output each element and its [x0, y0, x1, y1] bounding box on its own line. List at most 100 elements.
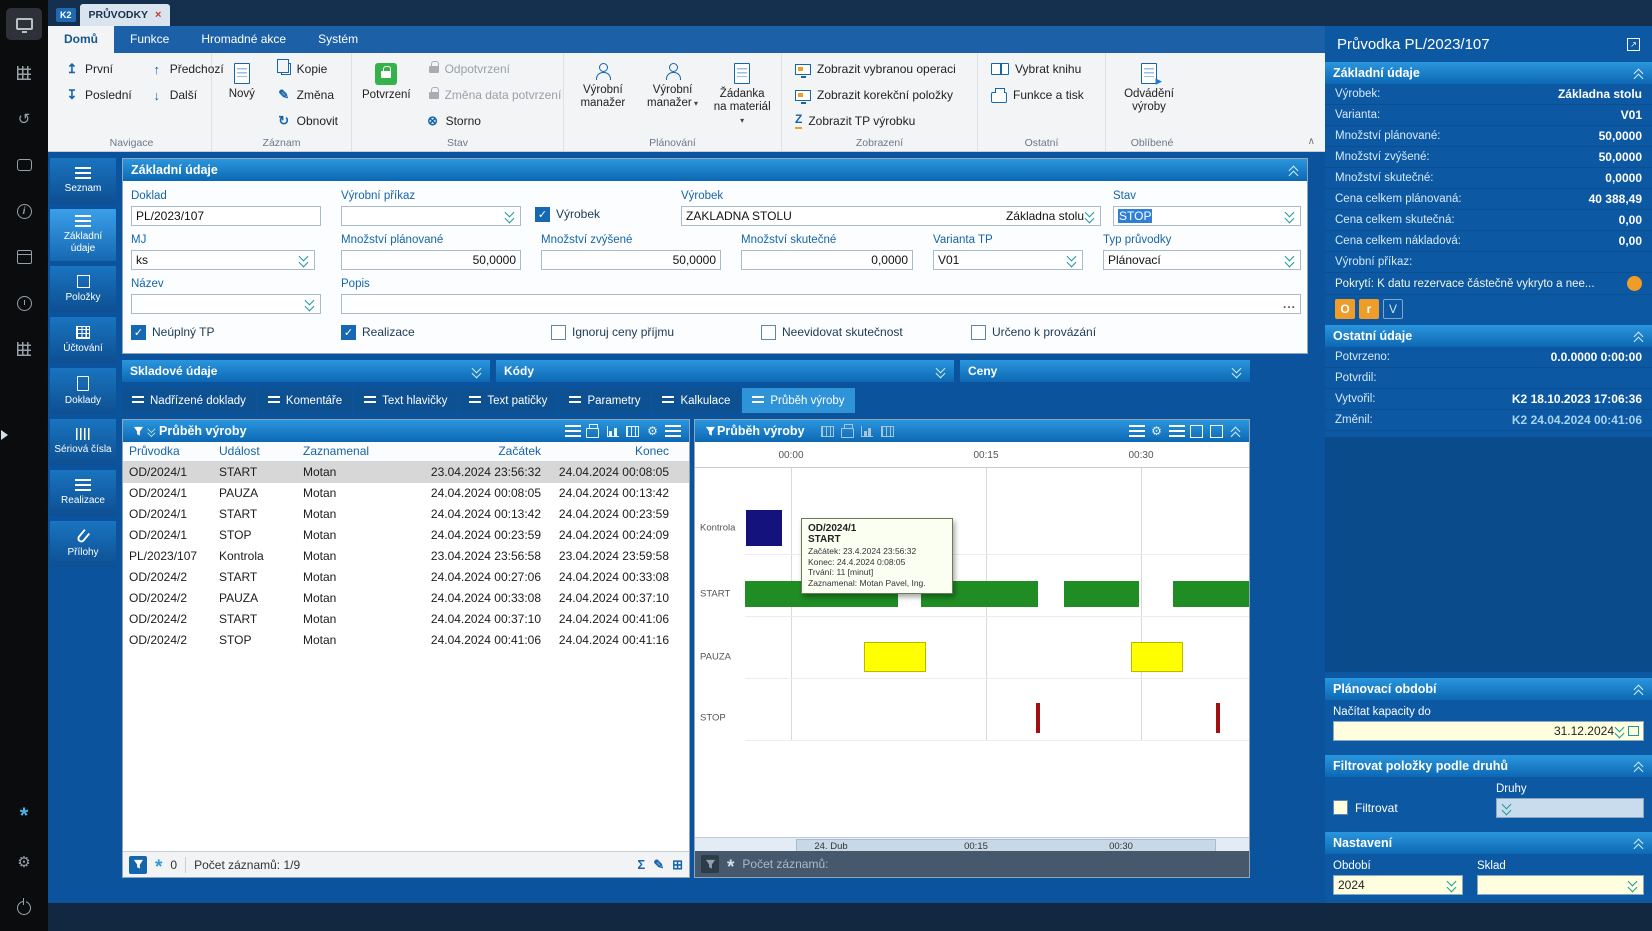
first-button[interactable]: ↥První — [62, 59, 135, 79]
nazev-input[interactable] — [131, 294, 321, 314]
gear-icon[interactable]: ⚙ — [1148, 423, 1165, 439]
vyrobni-prikaz-input[interactable] — [341, 206, 521, 226]
cancel-button[interactable]: ⊗Storno — [423, 111, 565, 131]
expand-chevron-icon[interactable] — [470, 365, 482, 378]
table-row[interactable]: OD/2024/2PAUZAMotan24.04.2024 00:33:0824… — [123, 588, 689, 609]
preview-section-header[interactable]: Nastavení — [1325, 832, 1652, 854]
checkbox[interactable] — [551, 325, 566, 340]
table-row[interactable]: OD/2024/1STARTMotan24.04.2024 00:13:4224… — [123, 504, 689, 525]
select-book-button[interactable]: Vybrat knihu — [988, 59, 1087, 79]
grid-view-icon[interactable]: ⊞ — [672, 857, 683, 873]
menu-icon[interactable] — [664, 423, 681, 439]
menu-tab-syst-m[interactable]: Systém — [302, 26, 374, 53]
gantt-bar-pauza[interactable] — [864, 642, 926, 672]
sidebar-item-polo-ky[interactable]: Položky — [50, 266, 116, 312]
refresh-button[interactable]: ↻Obnovit — [274, 111, 341, 131]
gantt-bar-start[interactable] — [1173, 581, 1250, 607]
gantt-bar-kontrola[interactable] — [746, 510, 782, 546]
popis-input[interactable]: ... — [341, 294, 1301, 314]
dropdown-icon[interactable] — [1627, 877, 1639, 893]
menu-tab-dom-[interactable]: Domů — [48, 26, 114, 53]
status-badge-v[interactable]: V — [1383, 299, 1403, 319]
dropdown-icon[interactable] — [1284, 208, 1296, 224]
close-tab-icon[interactable]: × — [155, 9, 161, 21]
monitor-icon[interactable] — [6, 8, 42, 40]
dropdown-icon[interactable] — [504, 208, 516, 224]
tab-koment-e[interactable]: Komentáře — [258, 388, 352, 413]
menu-tab-hromadn-akce[interactable]: Hromadné akce — [185, 26, 302, 53]
sidebar-item-doklady[interactable]: Doklady — [50, 368, 116, 414]
filter-active-icon[interactable] — [129, 856, 147, 874]
dropdown-icon[interactable] — [1614, 723, 1626, 739]
obdobi-input[interactable]: 2024 — [1333, 875, 1463, 895]
tab-parametry[interactable]: Parametry — [559, 388, 650, 413]
production-manager-menu-button[interactable]: Výrobní manažer ▾ — [644, 59, 702, 110]
varianta-tp-input[interactable]: V01 — [933, 250, 1083, 270]
mj-input[interactable]: ks — [131, 250, 315, 270]
gantt-bar-stop[interactable] — [1216, 703, 1220, 733]
dropdown-icon[interactable] — [304, 296, 316, 312]
filter-icon[interactable] — [131, 422, 145, 440]
dropdown-icon[interactable] — [1446, 877, 1458, 893]
sklad-input[interactable] — [1477, 875, 1644, 895]
collapse-chevron-icon[interactable] — [1632, 67, 1644, 80]
sidebar-item-seznam[interactable]: Seznam — [50, 158, 116, 204]
show-correction-items-button[interactable]: Zobrazit korekční položky — [792, 85, 959, 105]
sort-icon[interactable] — [564, 423, 581, 439]
column-header-zaznamenal[interactable]: Zaznamenal — [297, 442, 401, 461]
expand-chevron-icon[interactable] — [934, 365, 946, 378]
collapse-chevron-icon[interactable] — [1632, 837, 1644, 850]
show-selected-operation-button[interactable]: Zobrazit vybranou operaci — [792, 59, 959, 79]
new-button[interactable]: Nový — [222, 59, 262, 101]
gantt-chart[interactable]: 00:0000:1500:30KontrolaSTARTPAUZASTOPOD/… — [695, 444, 1249, 851]
edit-icon[interactable]: ✎ — [653, 857, 664, 873]
columns-icon[interactable] — [879, 423, 896, 439]
settings-icon[interactable]: ⚙ — [9, 849, 39, 875]
sum-icon[interactable]: Σ — [637, 857, 645, 872]
sparkle-icon[interactable]: * — [9, 803, 39, 829]
calendar-icon[interactable] — [1628, 726, 1639, 736]
menu-icon[interactable] — [1168, 423, 1185, 439]
form-header[interactable]: Základní údaje — [123, 159, 1307, 181]
info-icon[interactable]: i — [9, 198, 39, 224]
tab-text-hlavi-ky[interactable]: Text hlavičky — [354, 388, 457, 413]
columns-icon[interactable] — [624, 423, 641, 439]
show-tp-button[interactable]: ZZobrazit TP výrobku — [792, 111, 959, 131]
print-icon[interactable] — [839, 423, 856, 439]
gantt-bar-stop[interactable] — [1036, 703, 1040, 733]
export-icon[interactable] — [1208, 423, 1225, 439]
table-row[interactable]: OD/2024/2STARTMotan24.04.2024 00:27:0624… — [123, 567, 689, 588]
history-icon[interactable]: ↺ — [9, 106, 39, 132]
snowflake-icon[interactable]: * — [155, 857, 162, 872]
change-button[interactable]: ✎Změna — [274, 85, 341, 105]
table-row[interactable]: OD/2024/1STARTMotan23.04.2024 23:56:3224… — [123, 462, 689, 483]
gantt-bar-start[interactable] — [1064, 581, 1139, 607]
copy-button[interactable]: Kopie — [274, 59, 341, 79]
chart-icon[interactable] — [604, 423, 621, 439]
checkbox[interactable] — [761, 325, 776, 340]
more-button[interactable]: ... — [1283, 297, 1296, 311]
clock-icon[interactable] — [9, 290, 39, 316]
typ-pruvodky-input[interactable]: Plánovací — [1103, 250, 1301, 270]
checkbox[interactable]: ✓ — [341, 325, 356, 340]
expand-chevron-icon[interactable] — [1230, 365, 1242, 378]
table-row[interactable]: OD/2024/2STOPMotan24.04.2024 00:41:0624.… — [123, 630, 689, 651]
open-window-icon[interactable]: ↗ — [1627, 38, 1640, 51]
sidebar-item-z-kladn-daje[interactable]: Základní údaje — [50, 209, 116, 261]
production-manager-button[interactable]: Výrobní manažer — [574, 59, 632, 110]
sidebar-item--tov-n-[interactable]: Účtování — [50, 317, 116, 363]
filter-icon[interactable] — [703, 422, 717, 440]
print-icon[interactable] — [584, 423, 601, 439]
table-row[interactable]: OD/2024/2STARTMotan24.04.2024 00:37:1024… — [123, 609, 689, 630]
dropdown-icon[interactable] — [1066, 252, 1078, 268]
window-icon[interactable] — [1188, 423, 1205, 439]
dropdown-icon[interactable] — [1501, 800, 1513, 816]
collapse-section-chevron-icon[interactable] — [1287, 164, 1299, 177]
vyrobek-checkbox[interactable]: ✓ — [535, 207, 550, 222]
mnozstvi-planovane-input[interactable]: 50,0000 — [341, 250, 521, 270]
filter-icon[interactable] — [701, 855, 719, 873]
apps-icon[interactable] — [9, 60, 39, 86]
gantt-bar-pauza[interactable] — [1131, 642, 1183, 672]
checkbox[interactable]: ✓ — [131, 325, 146, 340]
collapse-strip-arrow-icon[interactable] — [1, 430, 13, 440]
